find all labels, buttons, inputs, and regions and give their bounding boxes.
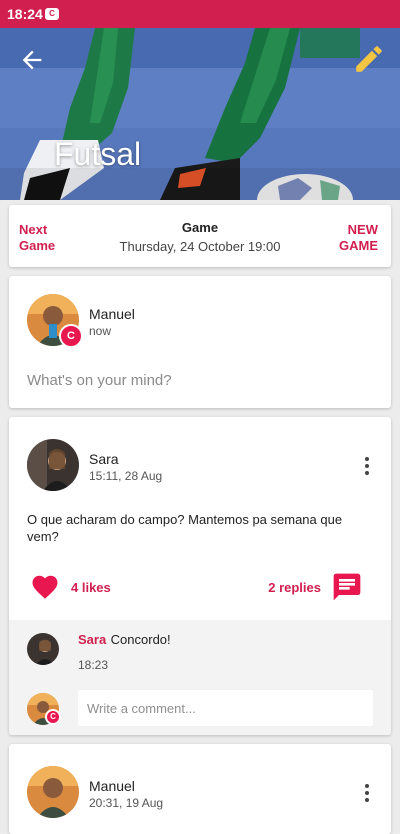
app-badge-icon: C: [45, 709, 61, 725]
status-time: 18:24: [7, 6, 43, 22]
edit-pencil-icon[interactable]: [352, 42, 386, 76]
avatar: [27, 766, 79, 818]
app-badge-icon: C: [59, 324, 83, 348]
replies-count[interactable]: 2 replies: [268, 580, 321, 595]
post-card: Manuel 20:31, 19 Aug: [9, 744, 391, 834]
new-game-button[interactable]: NEW GAME: [339, 222, 378, 254]
new-game-label-line1: NEW: [347, 222, 378, 237]
write-comment-input[interactable]: [78, 690, 373, 726]
post-time: 15:11, 28 Aug: [89, 469, 163, 483]
avatar: [27, 439, 79, 491]
post-body: O que acharam do campo? Mantemos pa sema…: [27, 512, 343, 544]
post-time: now: [89, 324, 112, 338]
status-bar: 18:24 C: [0, 0, 400, 28]
header-banner: Futsal: [0, 28, 400, 200]
comments-section: Sara Concordo! 18:23 C: [9, 620, 391, 735]
app-notification-icon: C: [45, 8, 59, 20]
post-composer-card[interactable]: C Manuel now What's on your mind?: [9, 276, 391, 408]
game-date: Thursday, 24 October 19:00: [119, 239, 281, 254]
comment: Sara Concordo!: [78, 631, 171, 649]
game-navigation-card: Next Game Game Thursday, 24 October 19:0…: [9, 205, 391, 267]
back-arrow-icon[interactable]: [18, 46, 46, 74]
post-card: Sara 15:11, 28 Aug O que acharam do camp…: [9, 417, 391, 735]
post-author: Manuel: [89, 778, 135, 794]
avatar: [27, 633, 59, 665]
more-options-icon[interactable]: [359, 457, 375, 477]
game-title: Game: [181, 220, 219, 235]
post-author: Sara: [89, 451, 119, 467]
like-heart-icon[interactable]: [29, 572, 61, 602]
comment-author[interactable]: Sara: [78, 632, 106, 647]
whats-on-your-mind-input[interactable]: What's on your mind?: [27, 372, 172, 389]
likes-count[interactable]: 4 likes: [71, 580, 111, 595]
more-options-icon[interactable]: [359, 784, 375, 804]
page-title: Futsal: [54, 136, 142, 172]
comment-text: Concordo!: [110, 632, 171, 647]
user-name: Manuel: [89, 306, 135, 322]
new-game-label-line2: GAME: [339, 238, 378, 253]
banner-photo: [0, 28, 400, 200]
post-time: 20:31, 19 Aug: [89, 796, 164, 810]
comment-time: 18:23: [78, 658, 109, 672]
comment-bubble-icon[interactable]: [331, 571, 363, 603]
